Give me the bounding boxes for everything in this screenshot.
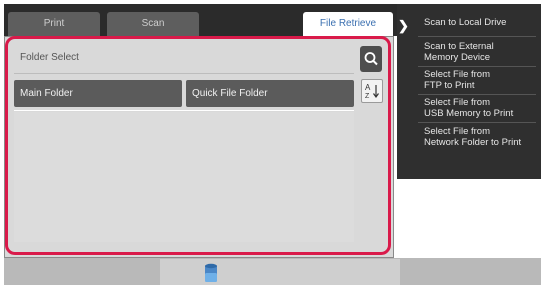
quick-file-folder-button[interactable]: Quick File Folder [186, 80, 354, 107]
menu-divider [418, 122, 536, 123]
action-panel [397, 4, 541, 179]
menu-item-select-file-network[interactable]: Select File from Network Folder to Print [424, 126, 521, 148]
menu-item-select-file-usb[interactable]: Select File from USB Memory to Print [424, 97, 513, 119]
menu-item-select-file-ftp[interactable]: Select File from FTP to Print [424, 69, 490, 91]
folder-list-area [14, 112, 354, 242]
device-screen: Print Scan File Retrieve Folder Select M… [0, 0, 545, 289]
search-button[interactable] [360, 46, 382, 72]
menu-divider [418, 66, 536, 67]
bottom-bar-center [160, 259, 400, 285]
svg-text:A: A [365, 83, 371, 92]
menu-item-scan-to-external-memory[interactable]: Scan to External Memory Device [424, 41, 494, 63]
tab-scan[interactable]: Scan [107, 12, 199, 36]
menu-divider [418, 94, 536, 95]
tab-file-retrieve[interactable]: File Retrieve [303, 12, 393, 36]
search-icon [364, 52, 378, 66]
chevron-right-icon[interactable]: ❯ [398, 18, 409, 34]
sort-az-icon: A Z [365, 83, 379, 100]
menu-divider [418, 36, 536, 37]
menu-item-scan-to-local-drive[interactable]: Scan to Local Drive [424, 17, 506, 28]
main-folder-button[interactable]: Main Folder [14, 80, 182, 107]
tab-print[interactable]: Print [8, 12, 100, 36]
sort-button[interactable]: A Z [361, 79, 383, 103]
row-divider [14, 110, 354, 111]
svg-text:Z: Z [365, 93, 370, 100]
folder-select-label: Folder Select [20, 52, 79, 63]
storage-icon[interactable] [203, 262, 219, 284]
header-divider [14, 73, 354, 74]
